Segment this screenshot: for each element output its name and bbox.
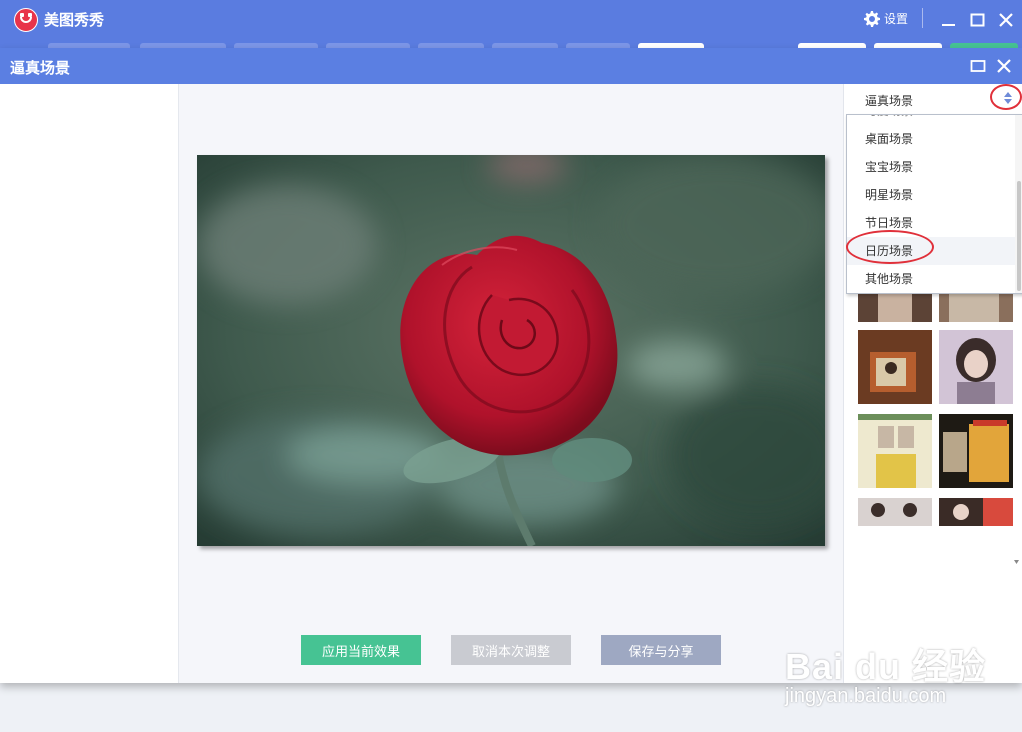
annotation-circle [990,84,1022,110]
dropdown-scrollbar[interactable] [1015,115,1022,293]
maximize-icon[interactable] [968,10,988,30]
app-title: 美图秀秀 [44,11,105,29]
gear-icon [864,10,880,27]
cancel-adjust-button[interactable]: 取消本次调整 [451,635,571,665]
dropdown-scroll-thumb[interactable] [1017,181,1021,291]
save-share-button[interactable]: 保存与分享 [601,635,721,665]
scene-category-select[interactable]: 逼真场景 [844,84,1022,112]
scene-thumbnail[interactable] [939,498,1013,526]
watermark-logo-text: Bai du 经验 [785,646,987,687]
app-titlebar: 美图秀秀 设置 [0,0,1022,40]
close-icon[interactable] [996,10,1016,30]
scene-dialog: 逼真场景 应用当前效果 取消本次调整 保存与分享 逼真场景 桌面场景 宝宝场景 … [0,48,1022,683]
dropdown-option[interactable]: 宝宝场景 [847,153,1015,181]
baidu-jingyan-watermark: Bai du 经验 jingyan.baidu.com [785,620,1015,715]
dialog-titlebar: 逼真场景 [0,48,1022,84]
dropdown-option[interactable]: 其他场景 [847,265,1015,293]
scene-dropdown-list: 可爱场景 桌面场景 宝宝场景 明星场景 节日场景 日历场景 其他场景 [846,114,1022,294]
maximize-icon[interactable] [970,58,986,74]
titlebar-divider [922,8,923,28]
close-icon[interactable] [995,57,1013,75]
scene-thumbnail[interactable] [939,414,1013,488]
scene-thumbnail[interactable] [858,292,932,322]
minimize-icon[interactable] [939,10,959,30]
scene-panel: 逼真场景 可爱场景 桌面场景 宝宝场景 明星场景 节日场景 日历场景 其他场景 [843,84,1022,683]
dropdown-option[interactable]: 可爱场景 [847,115,1015,125]
dropdown-option[interactable]: 明星场景 [847,181,1015,209]
scene-thumbnail[interactable] [939,292,1013,322]
apply-effect-button[interactable]: 应用当前效果 [301,635,421,665]
scene-thumbnail[interactable] [858,498,932,526]
annotation-circle [846,230,934,264]
scene-thumbnail[interactable] [858,414,932,488]
settings-button[interactable]: 设置 [864,10,908,27]
settings-label: 设置 [884,12,909,26]
watermark-url: jingyan.baidu.com [785,685,947,707]
rose-photo [197,155,825,546]
preview-panel: 应用当前效果 取消本次调整 保存与分享 [179,84,843,683]
scene-select-value: 逼真场景 [865,94,914,108]
scene-thumbnail[interactable] [858,330,932,404]
app-logo-icon [14,8,38,32]
dropdown-option[interactable]: 桌面场景 [847,125,1015,153]
thumbnail-scrollbar[interactable] [1014,264,1019,564]
scene-thumbnail[interactable] [939,330,1013,404]
left-panel [0,84,179,683]
dialog-title: 逼真场景 [10,59,71,77]
